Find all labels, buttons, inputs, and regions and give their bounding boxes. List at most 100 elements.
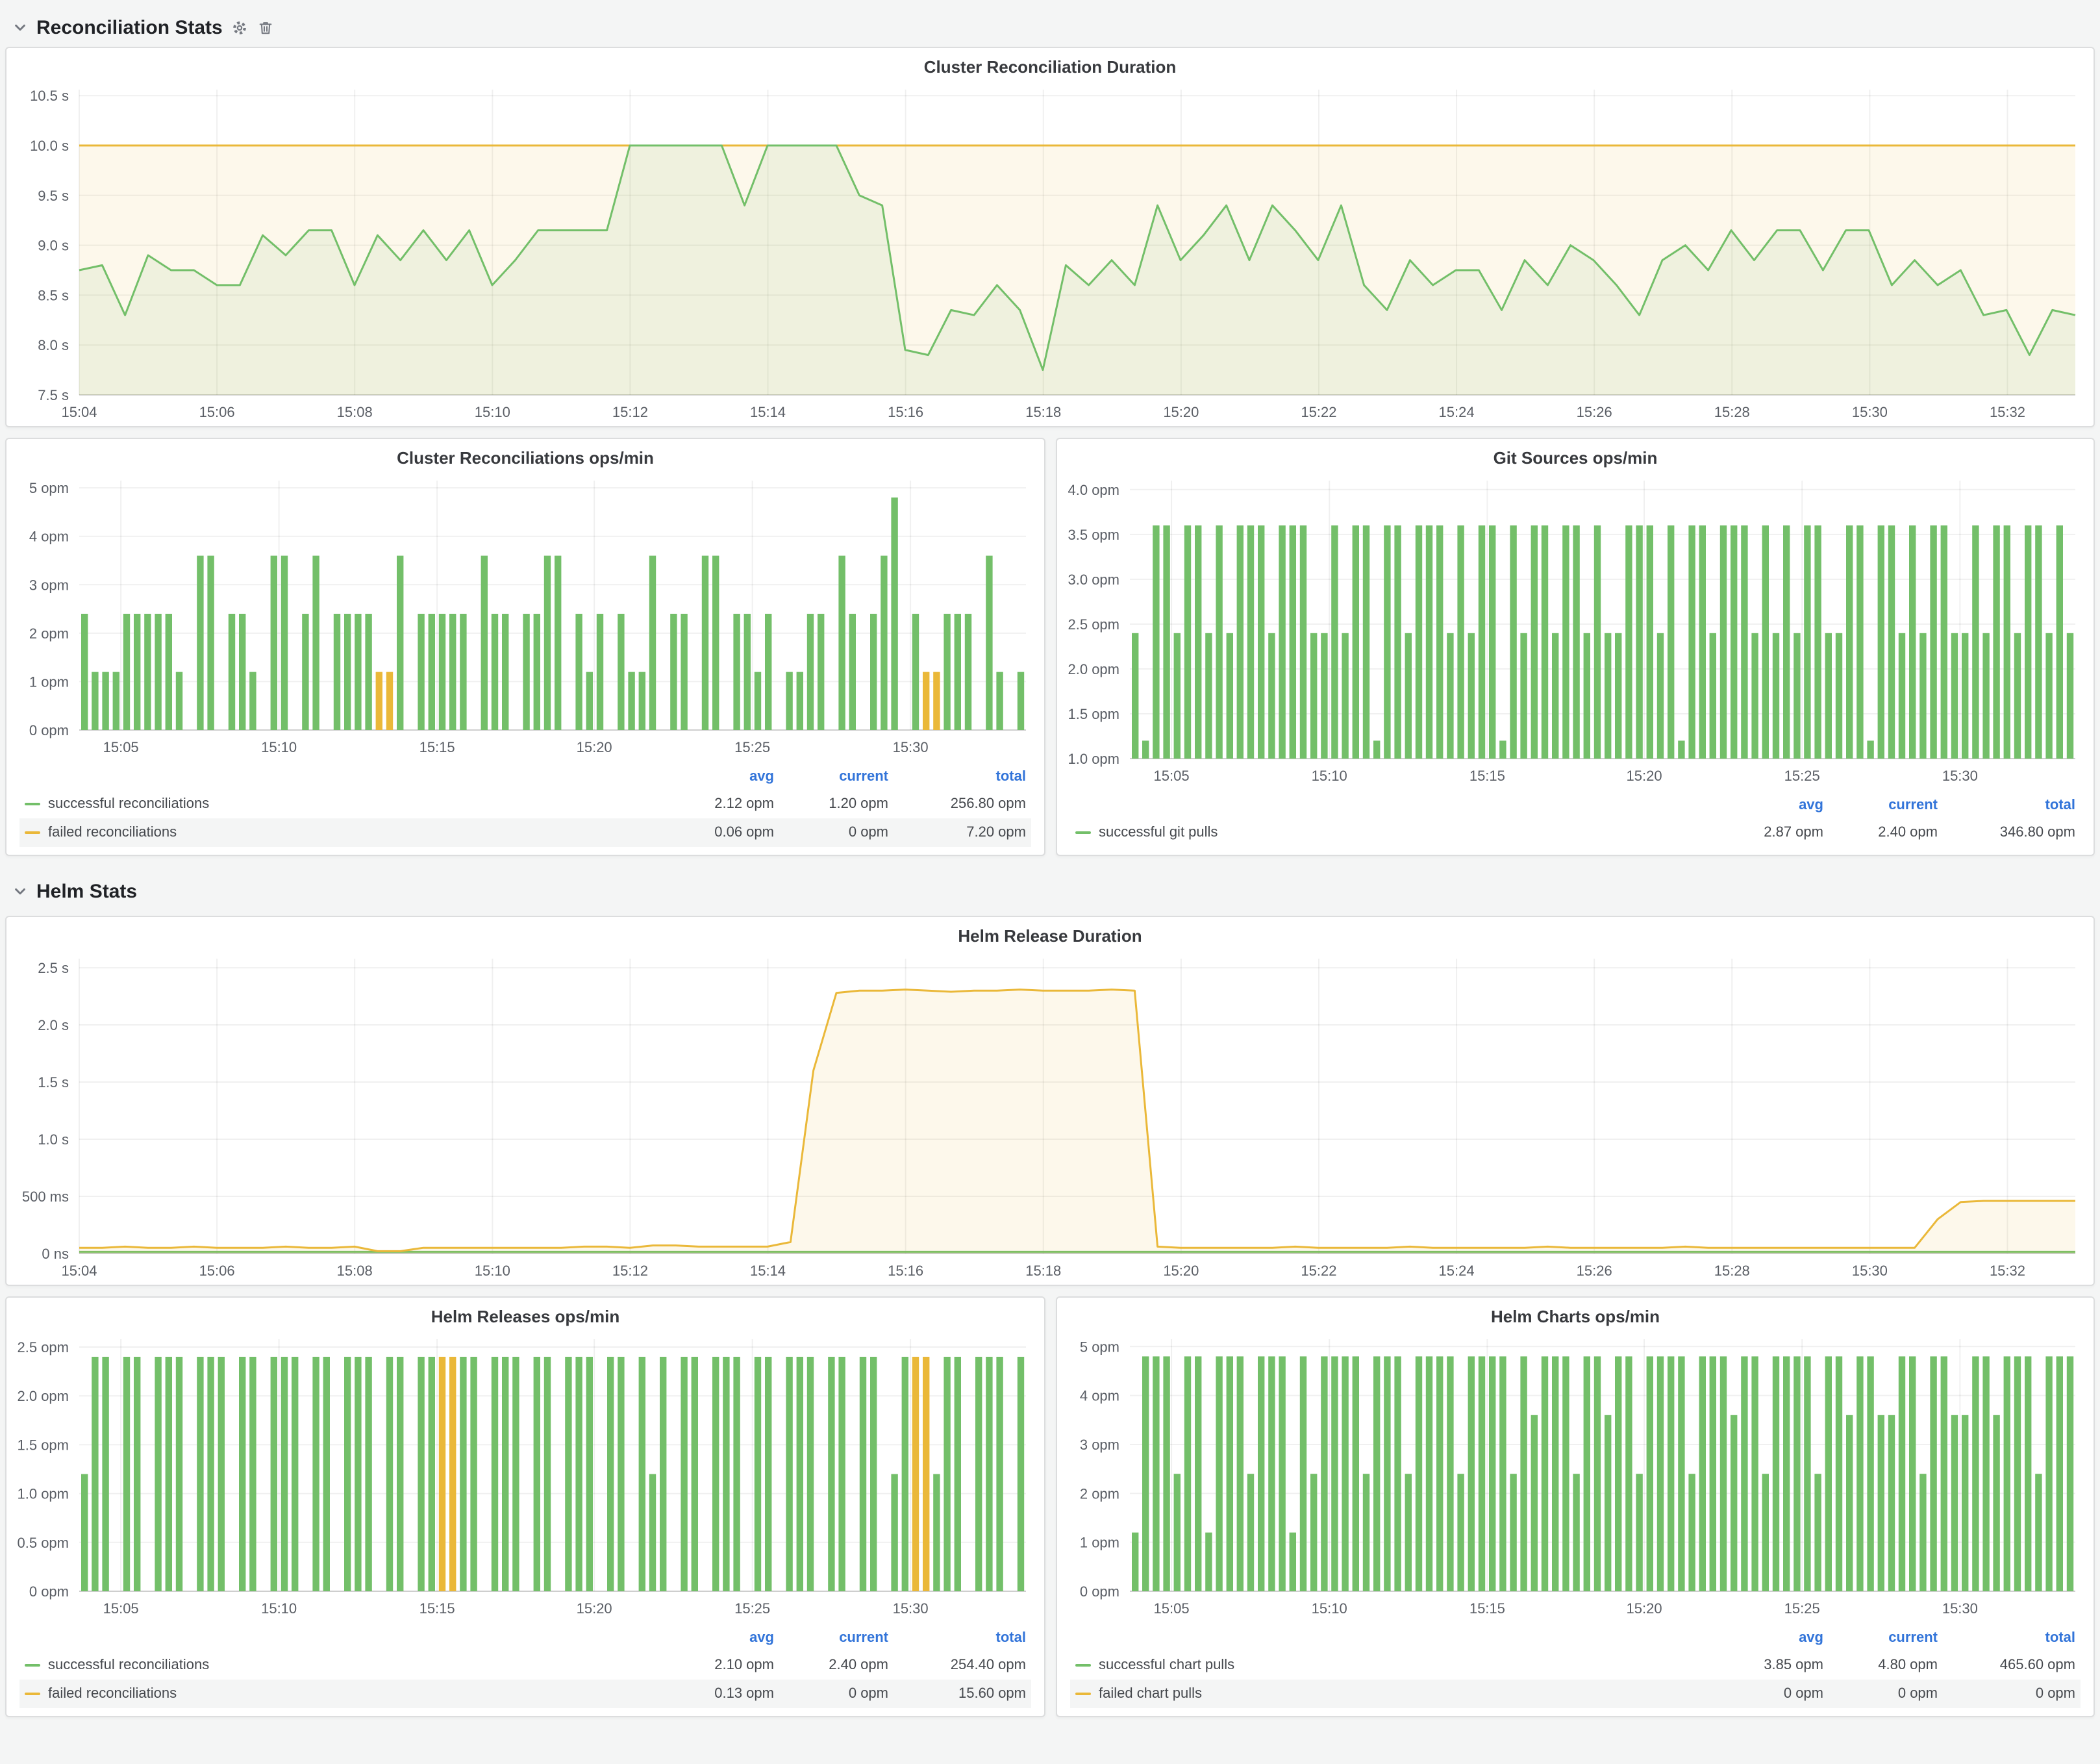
- svg-text:0.5 opm: 0.5 opm: [18, 1535, 69, 1551]
- svg-text:3.5 opm: 3.5 opm: [1068, 527, 1120, 543]
- grafana-dashboard: Reconciliation Stats Cluster Reconciliat…: [0, 0, 2100, 1764]
- svg-text:15:15: 15:15: [419, 739, 455, 755]
- legend-header-row: avg current total: [19, 1625, 1031, 1651]
- legend-header-avg[interactable]: avg: [660, 1630, 774, 1646]
- chart-git-sources-opm[interactable]: 15:0515:1015:1515:2015:2515:304.0 opm3.5…: [1057, 470, 2094, 790]
- chevron-down-icon[interactable]: [13, 884, 27, 898]
- svg-text:15:20: 15:20: [1627, 1600, 1662, 1617]
- trash-icon[interactable]: [258, 19, 275, 36]
- svg-text:15:12: 15:12: [612, 404, 648, 420]
- panel-title-helm-charts-opm[interactable]: Helm Charts ops/min: [1057, 1298, 2094, 1329]
- svg-text:15:10: 15:10: [475, 404, 510, 420]
- series-color-swatch: [25, 803, 40, 805]
- chart-cluster-reconciliations-opm[interactable]: 15:0515:1015:1515:2015:2515:305 opm4 opm…: [6, 470, 1044, 761]
- legend-header-total[interactable]: total: [1938, 1630, 2081, 1646]
- legend-label[interactable]: failed chart pulls: [1070, 1686, 1709, 1702]
- svg-text:15:22: 15:22: [1301, 1263, 1336, 1279]
- legend-header-avg[interactable]: avg: [1709, 1630, 1823, 1646]
- legend-current-value: 1.20 opm: [774, 796, 888, 812]
- svg-text:15:25: 15:25: [1784, 1600, 1820, 1617]
- legend-total-value: 0 opm: [1938, 1686, 2081, 1702]
- svg-text:500 ms: 500 ms: [22, 1189, 69, 1205]
- section-title-helm-stats[interactable]: Helm Stats: [36, 880, 137, 902]
- svg-text:15:30: 15:30: [893, 1600, 929, 1617]
- legend-cluster-reconciliations: avg current total successful reconciliat…: [6, 761, 1044, 855]
- chart-helm-charts-opm[interactable]: 15:0515:1015:1515:2015:2515:305 opm4 opm…: [1057, 1329, 2094, 1622]
- legend-total-value: 465.60 opm: [1938, 1657, 2081, 1673]
- legend-label[interactable]: successful reconciliations: [19, 1657, 660, 1673]
- legend-header-current[interactable]: current: [1823, 798, 1938, 813]
- legend-item-successful-git-pulls: successful git pulls 2.87 opm 2.40 opm 3…: [1070, 818, 2081, 847]
- svg-text:15:05: 15:05: [1154, 1600, 1190, 1617]
- svg-text:5 opm: 5 opm: [29, 480, 69, 496]
- svg-text:2.5 opm: 2.5 opm: [18, 1339, 69, 1355]
- legend-label[interactable]: failed reconciliations: [19, 1686, 660, 1702]
- svg-text:1.5 opm: 1.5 opm: [18, 1437, 69, 1453]
- svg-text:15:22: 15:22: [1301, 404, 1336, 420]
- legend-item-failed-reconciliations: failed reconciliations 0.06 opm 0 opm 7.…: [19, 818, 1031, 847]
- chart-helm-release-duration[interactable]: 15:0415:0615:0815:1015:1215:1415:1615:18…: [6, 948, 2094, 1285]
- legend-total-value: 346.80 opm: [1938, 825, 2081, 840]
- svg-text:15:25: 15:25: [1784, 768, 1820, 784]
- svg-text:15:20: 15:20: [1627, 768, 1662, 784]
- panel-title-cluster-reconciliations-opm[interactable]: Cluster Reconciliations ops/min: [6, 439, 1044, 470]
- panel-title-cluster-reconciliation-duration[interactable]: Cluster Reconciliation Duration: [6, 48, 2094, 79]
- chart-cluster-reconciliation-duration[interactable]: 15:0415:0615:0815:1015:1215:1415:1615:18…: [6, 79, 2094, 426]
- legend-avg-value: 0.13 opm: [660, 1686, 774, 1702]
- legend-header-total[interactable]: total: [888, 769, 1031, 785]
- legend-current-value: 2.40 opm: [774, 1657, 888, 1673]
- legend-header-current[interactable]: current: [774, 1630, 888, 1646]
- panel-title-git-sources-opm[interactable]: Git Sources ops/min: [1057, 439, 2094, 470]
- svg-text:15:20: 15:20: [1163, 404, 1199, 420]
- legend-header-total[interactable]: total: [888, 1630, 1031, 1646]
- svg-text:4 opm: 4 opm: [1080, 1388, 1119, 1404]
- svg-text:15:28: 15:28: [1714, 404, 1750, 420]
- legend-label[interactable]: failed reconciliations: [19, 825, 660, 840]
- legend-header-avg[interactable]: avg: [660, 769, 774, 785]
- legend-current-value: 2.40 opm: [1823, 825, 1938, 840]
- panel-title-helm-releases-opm[interactable]: Helm Releases ops/min: [6, 1298, 1044, 1329]
- legend-header-avg[interactable]: avg: [1709, 798, 1823, 813]
- legend-total-value: 256.80 opm: [888, 796, 1031, 812]
- svg-text:2.5 opm: 2.5 opm: [1068, 616, 1120, 633]
- svg-text:10.0 s: 10.0 s: [30, 138, 69, 154]
- chart-helm-releases-opm[interactable]: 15:0515:1015:1515:2015:2515:302.5 opm2.0…: [6, 1329, 1044, 1622]
- svg-text:15:05: 15:05: [103, 1600, 139, 1617]
- svg-text:1.0 s: 1.0 s: [38, 1131, 69, 1148]
- panel-title-helm-release-duration[interactable]: Helm Release Duration: [6, 917, 2094, 948]
- legend-header-row: avg current total: [1070, 1625, 2081, 1651]
- legend-header-current[interactable]: current: [774, 769, 888, 785]
- panel-git-sources-opm: Git Sources ops/min 15:0515:1015:1515:20…: [1056, 438, 2095, 856]
- series-color-swatch: [1075, 1693, 1091, 1695]
- legend-avg-value: 2.12 opm: [660, 796, 774, 812]
- svg-text:15:30: 15:30: [1852, 404, 1888, 420]
- legend-header-total[interactable]: total: [1938, 798, 2081, 813]
- gear-icon[interactable]: [232, 19, 249, 36]
- section-title-reconciliation-stats[interactable]: Reconciliation Stats: [36, 16, 223, 38]
- svg-text:15:30: 15:30: [1852, 1263, 1888, 1279]
- svg-text:7.5 s: 7.5 s: [38, 387, 69, 403]
- legend-label[interactable]: successful chart pulls: [1070, 1657, 1709, 1673]
- legend-avg-value: 0.06 opm: [660, 825, 774, 840]
- svg-text:15:16: 15:16: [888, 1263, 923, 1279]
- legend-label[interactable]: successful git pulls: [1070, 825, 1709, 840]
- legend-helm-charts: avg current total successful chart pulls…: [1057, 1622, 2094, 1716]
- svg-text:15:10: 15:10: [1312, 1600, 1347, 1617]
- svg-text:15:16: 15:16: [888, 404, 923, 420]
- legend-header-current[interactable]: current: [1823, 1630, 1938, 1646]
- svg-text:15:08: 15:08: [337, 1263, 373, 1279]
- svg-text:0 opm: 0 opm: [29, 1583, 69, 1600]
- legend-label[interactable]: successful reconciliations: [19, 796, 660, 812]
- svg-text:9.5 s: 9.5 s: [38, 188, 69, 204]
- svg-text:15:26: 15:26: [1577, 404, 1612, 420]
- legend-header-row: avg current total: [1070, 792, 2081, 818]
- svg-text:1 opm: 1 opm: [29, 674, 69, 690]
- svg-text:15:05: 15:05: [1154, 768, 1190, 784]
- svg-text:15:06: 15:06: [199, 404, 235, 420]
- svg-text:15:06: 15:06: [199, 1263, 235, 1279]
- series-color-swatch: [25, 1664, 40, 1667]
- svg-text:1 opm: 1 opm: [1080, 1535, 1119, 1551]
- svg-text:15:25: 15:25: [734, 1600, 770, 1617]
- chevron-down-icon[interactable]: [13, 20, 27, 34]
- svg-text:2.0 opm: 2.0 opm: [18, 1388, 69, 1404]
